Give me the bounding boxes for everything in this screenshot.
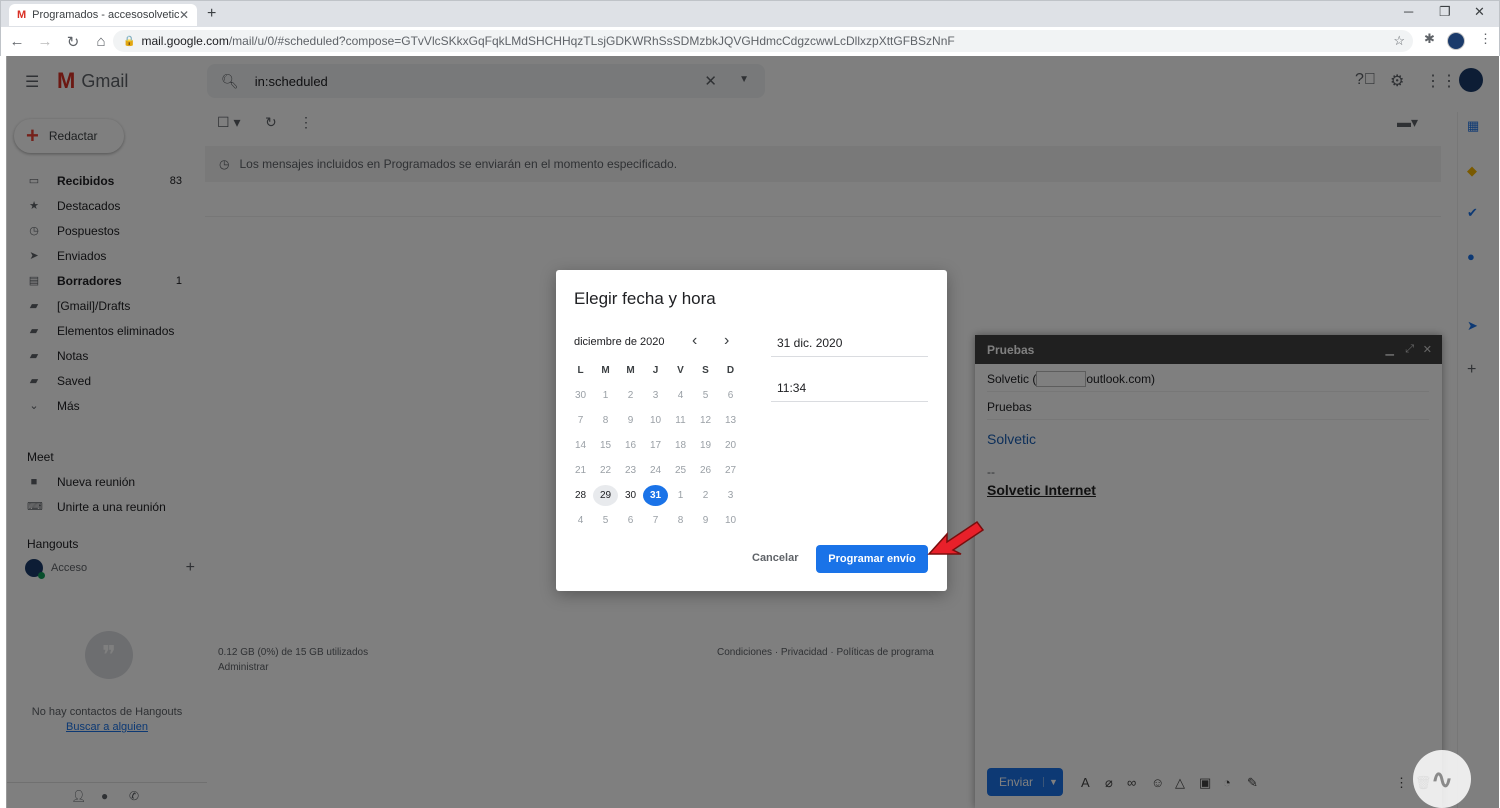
weekday-label: L: [577, 365, 584, 376]
close-window-icon[interactable]: ✕: [1474, 4, 1485, 20]
calendar-day[interactable]: 31: [643, 485, 668, 506]
calendar-day[interactable]: 23: [618, 465, 643, 476]
browser-menu-icon[interactable]: ⋮: [1479, 31, 1492, 47]
watermark-logo: ∿: [1413, 750, 1471, 808]
reload-icon[interactable]: ↻: [61, 33, 85, 51]
calendar-day[interactable]: 15: [593, 440, 618, 451]
calendar-day[interactable]: 30: [618, 490, 643, 501]
weekday-label: M: [601, 365, 610, 376]
calendar-day[interactable]: 3: [718, 490, 743, 501]
dialog-title: Elegir fecha y hora: [574, 289, 716, 308]
weekday-label: J: [652, 365, 659, 376]
calendar-day[interactable]: 22: [593, 465, 618, 476]
calendar-day[interactable]: 17: [643, 440, 668, 451]
calendar-day[interactable]: 12: [693, 415, 718, 426]
calendar-day[interactable]: 18: [668, 440, 693, 451]
weekday-label: D: [726, 365, 735, 376]
calendar-week: 14 15 16 17 18 19 20: [568, 433, 744, 458]
cancel-button[interactable]: Cancelar: [746, 546, 804, 570]
browser-chrome: M Programados - accesosolvetic1@ ✕ + ─ ❐…: [0, 0, 1500, 56]
calendar-day[interactable]: 3: [643, 390, 668, 401]
calendar-day[interactable]: 2: [693, 490, 718, 501]
calendar-day[interactable]: 8: [668, 515, 693, 526]
calendar-day[interactable]: 19: [693, 440, 718, 451]
calendar-day[interactable]: 1: [593, 390, 618, 401]
minimize-icon[interactable]: ─: [1404, 4, 1413, 19]
calendar-day[interactable]: 2: [618, 390, 643, 401]
calendar-day[interactable]: 5: [593, 515, 618, 526]
close-tab-icon[interactable]: ✕: [179, 8, 189, 22]
calendar-day[interactable]: 9: [693, 515, 718, 526]
calendar-day[interactable]: 27: [718, 465, 743, 476]
calendar-day[interactable]: 1: [668, 490, 693, 501]
forward-icon[interactable]: →: [33, 33, 57, 50]
calendar-week: 21 22 23 24 25 26 27: [568, 458, 744, 483]
calendar-day[interactable]: 7: [643, 515, 668, 526]
weekday-label: V: [677, 365, 684, 376]
calendar-day[interactable]: 10: [718, 515, 743, 526]
browser-toolbar: ← → ↻ ⌂ 🔒 mail.google.com /mail/u/0/#sch…: [1, 27, 1499, 56]
url-domain: mail.google.com: [141, 34, 229, 48]
calendar-week: 28 29 30 31 1 2 3: [568, 483, 744, 508]
schedule-send-button[interactable]: Programar envío: [816, 545, 928, 573]
tab-title: Programados - accesosolvetic1@: [32, 9, 179, 21]
calendar-day[interactable]: 4: [568, 515, 593, 526]
time-input[interactable]: 11:34: [771, 381, 928, 402]
calendar-day[interactable]: 10: [643, 415, 668, 426]
date-input[interactable]: 31 dic. 2020: [771, 336, 928, 357]
browser-tab[interactable]: M Programados - accesosolvetic1@ ✕: [9, 4, 197, 26]
lock-icon: 🔒: [123, 35, 136, 47]
calendar-day[interactable]: 4: [668, 390, 693, 401]
calendar-day[interactable]: 5: [693, 390, 718, 401]
red-arrow-annotation: [927, 520, 985, 555]
calendar-week: 4 5 6 7 8 9 10: [568, 508, 744, 533]
calendar-day[interactable]: 6: [718, 390, 743, 401]
calendar-day[interactable]: 25: [668, 465, 693, 476]
calendar-day[interactable]: 20: [718, 440, 743, 451]
calendar-day[interactable]: 30: [568, 390, 593, 401]
prev-month-icon[interactable]: ‹: [692, 332, 697, 350]
calendar-day[interactable]: 11: [668, 415, 693, 426]
calendar-day[interactable]: 9: [618, 415, 643, 426]
calendar-day[interactable]: 7: [568, 415, 593, 426]
calendar-grid: L M M J V S D 30 1 2 3 4 5 6 7 8 9 10 11 12 13 14 15 16 17 18 19 20…: [568, 358, 744, 533]
calendar-day[interactable]: 16: [618, 440, 643, 451]
calendar-month: diciembre de 2020: [574, 336, 665, 348]
address-bar[interactable]: 🔒 mail.google.com /mail/u/0/#scheduled?c…: [113, 30, 1413, 52]
calendar-day[interactable]: 13: [718, 415, 743, 426]
calendar-day[interactable]: 8: [593, 415, 618, 426]
gmail-favicon-icon: M: [17, 9, 27, 21]
restore-icon[interactable]: ❐: [1439, 4, 1451, 20]
next-month-icon[interactable]: ›: [724, 332, 729, 350]
calendar-day[interactable]: 6: [618, 515, 643, 526]
back-icon[interactable]: ←: [5, 33, 29, 50]
weekday-label: S: [702, 365, 709, 376]
home-icon[interactable]: ⌂: [89, 33, 113, 50]
calendar-day[interactable]: 26: [693, 465, 718, 476]
extensions-icon[interactable]: ✱: [1424, 31, 1435, 47]
calendar-day[interactable]: 14: [568, 440, 593, 451]
schedule-dialog: Elegir fecha y hora diciembre de 2020 ‹ …: [556, 270, 947, 591]
calendar-day[interactable]: 29: [593, 485, 618, 506]
calendar-day[interactable]: 28: [568, 490, 593, 501]
bookmark-star-icon[interactable]: ☆: [1393, 33, 1405, 49]
url-path: /mail/u/0/#scheduled?compose=GTvVlcSKkxG…: [228, 34, 955, 48]
calendar-week: 30 1 2 3 4 5 6: [568, 383, 744, 408]
new-tab-icon[interactable]: +: [207, 5, 216, 23]
profile-avatar-image: [1447, 32, 1465, 50]
calendar-week: 7 8 9 10 11 12 13: [568, 408, 744, 433]
weekday-label: M: [626, 365, 635, 376]
calendar-day[interactable]: 21: [568, 465, 593, 476]
calendar-day[interactable]: 24: [643, 465, 668, 476]
profile-avatar[interactable]: [1447, 32, 1465, 50]
weekday-header: LMMJVSD: [568, 358, 744, 383]
